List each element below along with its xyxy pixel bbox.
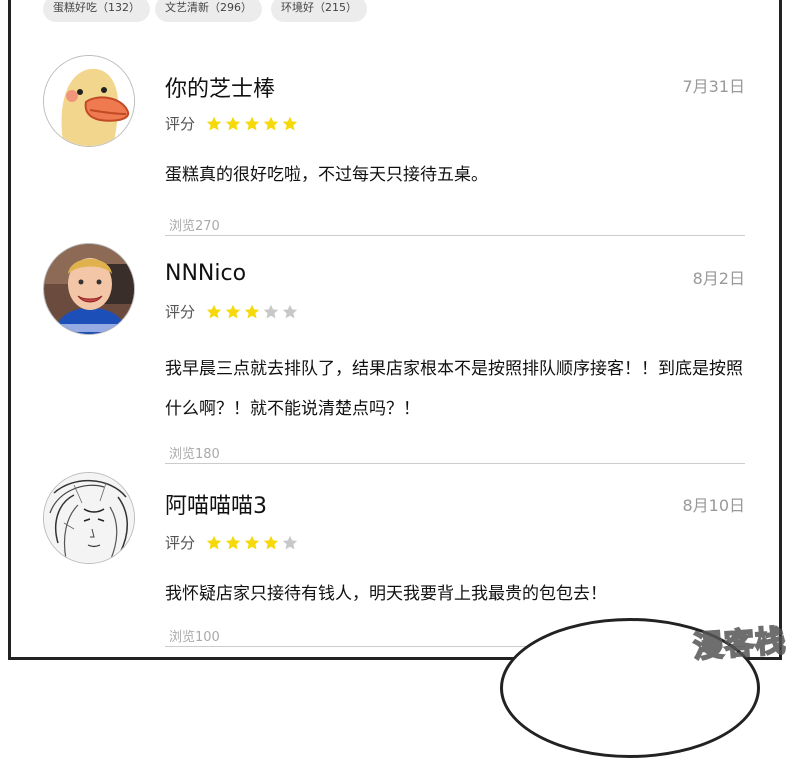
watermark-logo: 漫客栈 (691, 623, 788, 666)
review-views: 浏览180 (169, 447, 220, 462)
review-username[interactable]: NNNico (165, 261, 246, 286)
rating-label: 评分 (165, 115, 196, 133)
sketch-avatar[interactable] (43, 472, 135, 564)
star-rating (206, 302, 301, 320)
review-divider (165, 463, 745, 464)
review-rating: 评分 (165, 113, 301, 134)
star-filled-icon (225, 304, 241, 320)
star-filled-icon (244, 535, 260, 551)
star-empty-icon (282, 535, 298, 551)
review-text: 我早晨三点就去排队了，结果店家根本不是按照排队顺序接客！！到底是按照什么啊？！就… (165, 359, 743, 419)
star-filled-icon (206, 304, 222, 320)
star-filled-icon (263, 535, 279, 551)
review-date: 8月10日 (682, 496, 745, 515)
review-divider (165, 235, 745, 236)
boy-photo-icon (44, 244, 134, 334)
review-text: 蛋糕真的很好吃啦，不过每天只接待五桌。 (165, 165, 488, 185)
star-rating (206, 114, 301, 132)
star-filled-icon (206, 116, 222, 132)
review-rating: 评分 (165, 532, 301, 553)
tag-artsy-fresh[interactable]: 文艺清新（296） (155, 0, 262, 22)
review-views: 浏览100 (169, 630, 220, 645)
star-filled-icon (225, 116, 241, 132)
review-username[interactable]: 你的芝士棒 (165, 71, 275, 103)
review-date: 8月2日 (692, 269, 745, 288)
review-text: 我怀疑店家只接待有钱人，明天我要背上我最贵的包包去！ (165, 584, 607, 604)
star-filled-icon (244, 304, 260, 320)
review-date: 7月31日 (682, 77, 745, 96)
boy-avatar[interactable] (43, 243, 135, 335)
tag-nice-environment[interactable]: 环境好（215） (271, 0, 367, 22)
star-empty-icon (263, 304, 279, 320)
star-filled-icon (263, 116, 279, 132)
review-username[interactable]: 阿喵喵喵3 (165, 488, 267, 520)
star-filled-icon (206, 535, 222, 551)
tag-cake-tasty[interactable]: 蛋糕好吃（132） (43, 0, 150, 22)
star-rating (206, 533, 301, 551)
rating-label: 评分 (165, 534, 196, 552)
star-filled-icon (282, 116, 298, 132)
duck-avatar[interactable] (43, 55, 135, 147)
review-panel: 蛋糕好吃（132） 文艺清新（296） 环境好（215） 你的芝士棒 7月31日… (8, 0, 782, 660)
sketch-girl-icon (44, 473, 134, 563)
review-rating: 评分 (165, 301, 301, 322)
star-filled-icon (225, 535, 241, 551)
review-views: 浏览270 (169, 219, 220, 234)
star-empty-icon (282, 304, 298, 320)
duck-icon (44, 56, 134, 146)
rating-label: 评分 (165, 303, 196, 321)
star-filled-icon (244, 116, 260, 132)
